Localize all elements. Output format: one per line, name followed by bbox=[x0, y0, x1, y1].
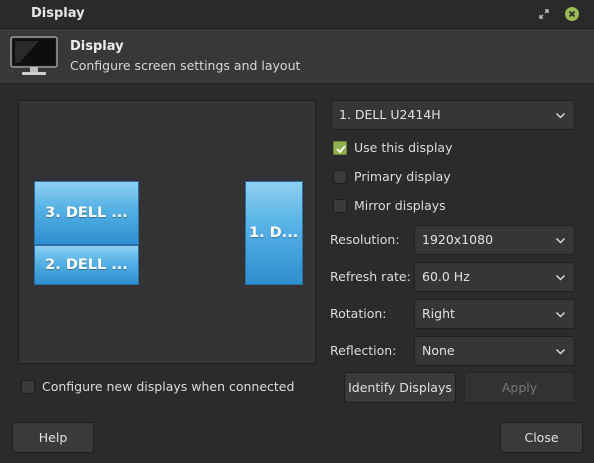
checkbox-box[interactable] bbox=[333, 141, 347, 155]
checkbox-box[interactable] bbox=[21, 380, 35, 394]
resolution-label: Resolution: bbox=[330, 232, 400, 247]
window-title: Display bbox=[31, 6, 85, 21]
chevron-down-icon bbox=[555, 274, 566, 281]
reflection-select[interactable]: None bbox=[414, 336, 575, 366]
monitor-select[interactable]: 1. DELL U2414H bbox=[331, 100, 575, 130]
display-layout-canvas[interactable]: 3. DELL ... 2. DELL ... 1. D... bbox=[18, 100, 316, 364]
rotation-select[interactable]: Right bbox=[414, 299, 575, 329]
titlebar: Display bbox=[0, 0, 594, 29]
checkmark-icon bbox=[336, 145, 346, 154]
resolution-value: 1920x1080 bbox=[422, 232, 494, 247]
chevron-down-icon bbox=[555, 311, 566, 318]
chevron-down-icon bbox=[555, 348, 566, 355]
rotation-value: Right bbox=[422, 306, 455, 321]
monitor-select-value: 1. DELL U2414H bbox=[339, 107, 441, 122]
mirror-displays-label: Mirror displays bbox=[354, 198, 446, 213]
chevron-down-icon bbox=[555, 112, 566, 119]
identify-displays-button[interactable]: Identify Displays bbox=[344, 372, 456, 403]
configure-new-displays-label: Configure new displays when connected bbox=[42, 379, 295, 394]
checkbox-box[interactable] bbox=[333, 199, 347, 213]
monitor-3-tile[interactable]: 3. DELL ... bbox=[34, 181, 139, 245]
use-display-label: Use this display bbox=[354, 140, 453, 155]
restore-icon[interactable] bbox=[538, 8, 550, 20]
refresh-rate-label: Refresh rate: bbox=[330, 269, 411, 284]
checkbox-box[interactable] bbox=[333, 170, 347, 184]
primary-display-label: Primary display bbox=[354, 169, 451, 184]
apply-button[interactable]: Apply bbox=[464, 372, 575, 403]
monitor-icon bbox=[10, 36, 58, 75]
page-title: Display bbox=[70, 39, 124, 54]
header-panel: Display Configure screen settings and la… bbox=[0, 29, 594, 84]
help-button[interactable]: Help bbox=[12, 422, 94, 453]
rotation-label: Rotation: bbox=[330, 306, 387, 321]
monitor-2-tile[interactable]: 2. DELL ... bbox=[34, 245, 139, 285]
page-subtitle: Configure screen settings and layout bbox=[70, 58, 301, 73]
refresh-rate-value: 60.0 Hz bbox=[422, 269, 470, 284]
chevron-down-icon bbox=[555, 237, 566, 244]
close-icon bbox=[568, 10, 576, 18]
reflection-label: Reflection: bbox=[330, 343, 397, 358]
close-window-button[interactable] bbox=[565, 7, 579, 21]
refresh-rate-select[interactable]: 60.0 Hz bbox=[414, 262, 575, 292]
resolution-select[interactable]: 1920x1080 bbox=[414, 225, 575, 255]
monitor-1-tile[interactable]: 1. D... bbox=[245, 181, 303, 285]
reflection-value: None bbox=[422, 343, 455, 358]
close-button[interactable]: Close bbox=[500, 422, 583, 453]
